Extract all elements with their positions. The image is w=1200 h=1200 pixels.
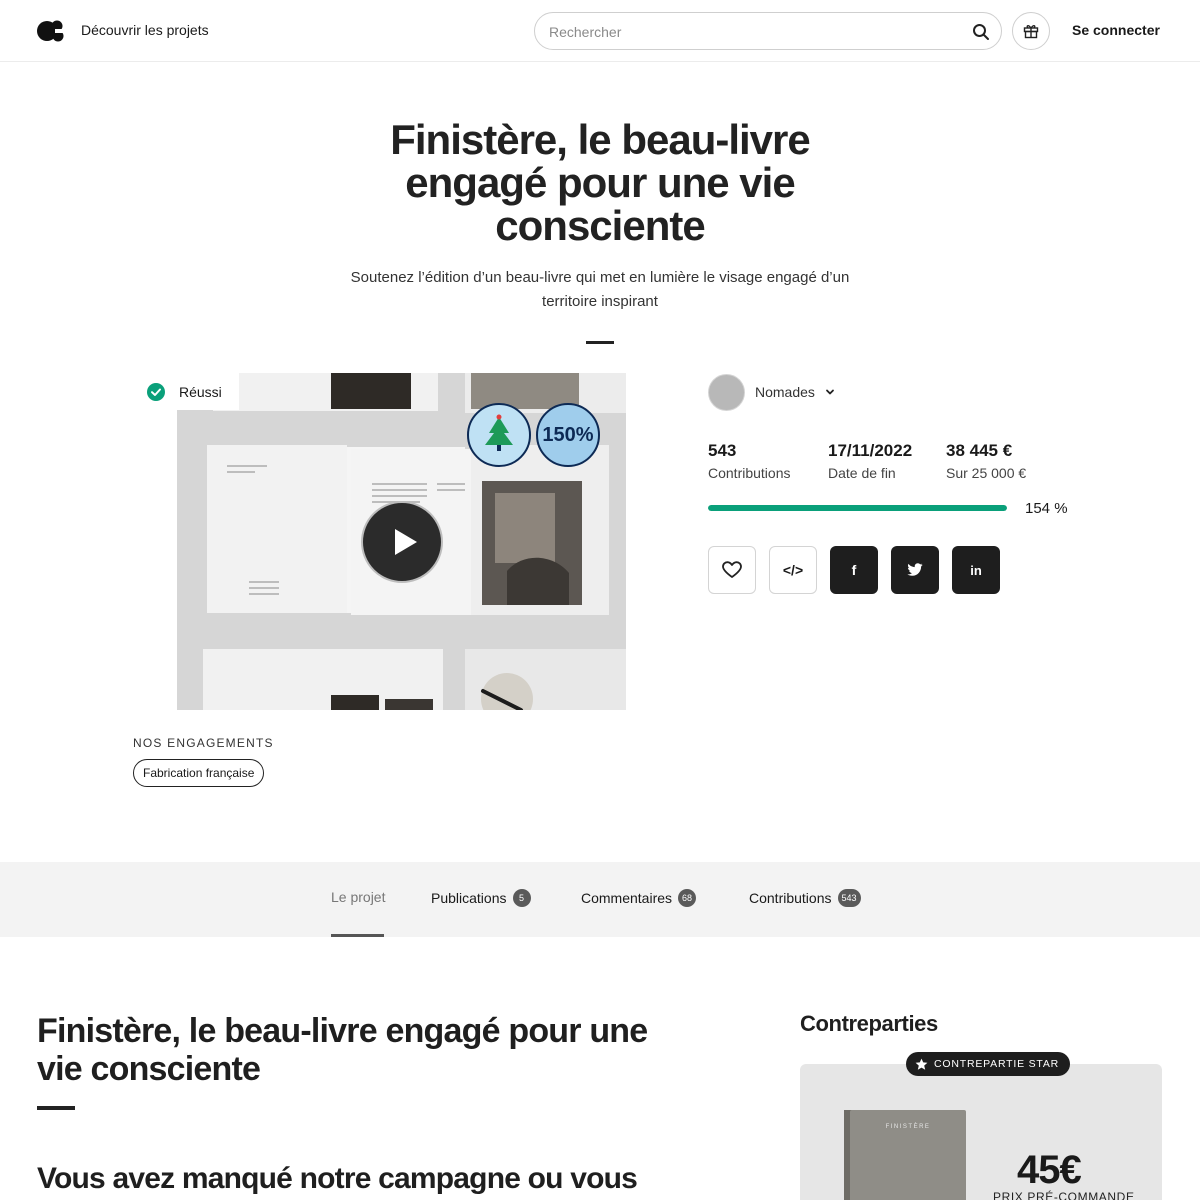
title-divider — [586, 341, 614, 344]
project-video[interactable]: 150% — [177, 373, 626, 710]
share-twitter-button[interactable] — [891, 546, 939, 594]
status-badge: Réussi — [133, 373, 239, 410]
gift-card-button[interactable] — [1012, 12, 1050, 50]
tab-label: Contributions — [749, 890, 832, 906]
tab-label: Le projet — [331, 889, 386, 905]
tab-publications[interactable]: Publications 5 — [431, 889, 531, 907]
avatar — [708, 373, 745, 411]
embed-button[interactable]: </> — [769, 546, 817, 594]
content-divider — [37, 1106, 75, 1110]
linkedin-icon: in — [970, 562, 982, 578]
discover-projects-link[interactable]: Découvrir les projets — [81, 22, 209, 38]
twitter-icon — [907, 563, 923, 576]
ulule-logo-icon[interactable] — [37, 20, 65, 42]
engagement-tag[interactable]: Fabrication française — [133, 759, 265, 787]
tab-count-badge: 68 — [678, 889, 697, 907]
play-button[interactable] — [361, 501, 443, 583]
rewards-title: Contreparties — [800, 1011, 938, 1036]
site-header: Découvrir les projets Se connecter — [0, 0, 1200, 62]
reward-price-label: PRIX PRÉ-COMMANDE — [993, 1190, 1135, 1200]
tab-label: Publications — [431, 890, 507, 906]
project-title: Finistère, le beau-livre engagé pour une… — [390, 116, 811, 249]
star-reward-label: CONTREPARTIE STAR — [934, 1058, 1060, 1070]
stat-amount-raised: 38 445 € Sur 25 000 € — [946, 441, 1026, 481]
content-title: Finistère, le beau-livre engagé pour une… — [37, 1012, 648, 1088]
search-icon[interactable] — [971, 22, 991, 42]
tab-project[interactable]: Le projet — [331, 889, 385, 905]
stat-value: 543 — [708, 441, 737, 460]
reward-card[interactable]: FINISTÈRE 45€ PRIX PRÉ-COMMANDE — [800, 1064, 1162, 1200]
search-input[interactable] — [549, 22, 949, 42]
project-subtitle: Soutenez l’édition d’un beau-livre qui m… — [350, 269, 850, 310]
project-tabs: Le projet Publications 5 Commentaires 68… — [0, 862, 1200, 937]
stat-value: 38 445 € — [946, 441, 1013, 460]
stat-label: Sur 25 000 € — [946, 465, 1027, 481]
progress-percent: 154 % — [1025, 500, 1068, 517]
tab-count-badge: 543 — [837, 889, 861, 907]
stat-label: Date de fin — [828, 465, 896, 481]
project-owner[interactable]: Nomades — [708, 373, 835, 411]
funding-progress-bar — [708, 505, 1007, 511]
gift-icon — [1023, 25, 1039, 39]
share-facebook-button[interactable]: f — [830, 546, 878, 594]
tab-comments[interactable]: Commentaires 68 — [581, 889, 697, 907]
active-tab-indicator — [331, 934, 384, 937]
check-circle-icon — [147, 383, 165, 401]
share-linkedin-button[interactable]: in — [952, 546, 1000, 594]
tab-count-badge: 5 — [512, 889, 531, 907]
facebook-icon: f — [851, 562, 857, 578]
star-reward-badge: CONTREPARTIE STAR — [906, 1052, 1071, 1076]
login-link[interactable]: Se connecter — [1072, 22, 1160, 38]
christmas-book-sticker — [467, 403, 531, 467]
stat-end-date: 17/11/2022 Date de fin — [828, 441, 912, 481]
embed-code-icon: </> — [782, 562, 804, 578]
owner-name: Nomades — [755, 384, 815, 400]
sticker-percent: 150% — [542, 424, 594, 446]
search-bar — [534, 12, 1002, 50]
new-goal-sticker: 150% — [536, 403, 600, 467]
heart-icon — [722, 561, 742, 578]
play-icon — [395, 529, 417, 555]
christmas-tree-icon — [485, 414, 513, 451]
stat-label: Contributions — [708, 465, 791, 481]
progress-fill — [708, 505, 1007, 511]
tab-label: Commentaires — [581, 890, 673, 906]
content-heading: Vous avez manqué notre campagne ou vous — [37, 1162, 638, 1195]
tab-contributions[interactable]: Contributions 543 — [749, 889, 861, 907]
stat-value: 17/11/2022 — [828, 441, 913, 460]
star-icon — [915, 1058, 928, 1070]
like-button[interactable] — [708, 546, 756, 594]
book-image: FINISTÈRE — [850, 1110, 966, 1200]
stat-contributions: 543 Contributions — [708, 441, 791, 481]
book-title: FINISTÈRE — [885, 1124, 931, 1130]
reward-price: 45€ — [1017, 1148, 1082, 1192]
engagements-title: NOS ENGAGEMENTS — [133, 736, 274, 750]
chevron-down-icon — [826, 389, 834, 395]
status-label: Réussi — [179, 384, 222, 400]
